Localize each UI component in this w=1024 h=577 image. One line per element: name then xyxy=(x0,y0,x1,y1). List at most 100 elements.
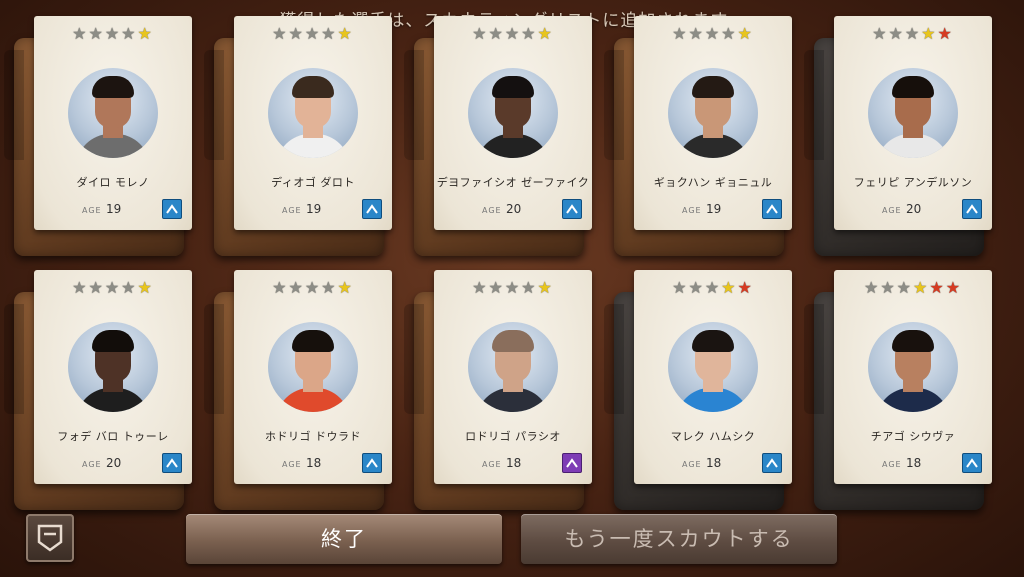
player-portrait xyxy=(68,322,158,412)
player-card[interactable]: ★★★★★ デヨファイシオ ゼーファイク AGE 20 xyxy=(434,16,592,230)
player-name: ディオゴ ダロト xyxy=(271,176,355,189)
position-chevron-icon xyxy=(166,204,178,214)
age-label: AGE xyxy=(882,460,902,469)
star-rating: ★★★★★ xyxy=(434,279,592,297)
age-label: AGE xyxy=(82,460,102,469)
star-icon: ★ xyxy=(304,278,322,297)
position-badge xyxy=(762,199,782,219)
portrait-hair xyxy=(892,330,934,352)
star-icon: ★ xyxy=(672,278,689,297)
portrait-hair xyxy=(92,76,134,98)
star-icon: ★ xyxy=(863,278,881,297)
star-rating: ★★★★★★ xyxy=(834,279,992,297)
player-card-slot: ★★★★★ フォデ バロ トゥーレ AGE 20 xyxy=(4,270,224,510)
player-card[interactable]: ★★★★★ ホドリゴ ドウラド AGE 18 xyxy=(234,270,392,484)
star-icon: ★ xyxy=(737,278,754,297)
star-icon: ★ xyxy=(304,24,322,43)
player-name: フォデ バロ トゥーレ xyxy=(57,430,169,443)
age-value: 19 xyxy=(106,202,122,216)
position-chevron-icon xyxy=(766,458,778,468)
portrait-hair xyxy=(492,76,534,98)
menu-button[interactable] xyxy=(26,514,74,562)
star-icon: ★ xyxy=(904,24,922,43)
star-icon: ★ xyxy=(721,278,738,297)
player-portrait xyxy=(468,68,558,158)
portrait-hair xyxy=(292,76,334,98)
scout-again-button[interactable]: もう一度スカウトする xyxy=(521,514,837,564)
player-card[interactable]: ★★★★★ ディオゴ ダロト AGE 19 xyxy=(234,16,392,230)
star-rating: ★★★★★ xyxy=(34,25,192,43)
star-icon: ★ xyxy=(721,24,738,43)
player-card[interactable]: ★★★★★ フェリピ アンデルソン AGE 20 xyxy=(834,16,992,230)
player-card[interactable]: ★★★★★ マレク ハムシク AGE 18 xyxy=(634,270,792,484)
player-card[interactable]: ★★★★★ フォデ バロ トゥーレ AGE 20 xyxy=(34,270,192,484)
star-icon: ★ xyxy=(337,24,354,43)
player-card[interactable]: ★★★★★★ チアゴ シウヴァ AGE 18 xyxy=(834,270,992,484)
star-icon: ★ xyxy=(945,278,963,297)
age-value: 18 xyxy=(306,456,322,470)
player-name: ロドリゴ パラシオ xyxy=(465,430,561,443)
player-name: チアゴ シウヴァ xyxy=(870,430,956,443)
folder-tab xyxy=(804,50,824,160)
player-card[interactable]: ★★★★★ ギョクハン ギョニュル AGE 19 xyxy=(634,16,792,230)
star-icon: ★ xyxy=(137,278,154,297)
star-icon: ★ xyxy=(672,24,689,43)
player-portrait xyxy=(668,322,758,412)
player-card-slot: ★★★★★ マレク ハムシク AGE 18 xyxy=(604,270,824,510)
player-card-slot: ★★★★★ ディオゴ ダロト AGE 19 xyxy=(204,16,424,256)
player-card-slot: ★★★★★★ チアゴ シウヴァ AGE 18 xyxy=(804,270,1024,510)
star-icon: ★ xyxy=(121,278,138,297)
player-name: マレク ハムシク xyxy=(670,430,756,443)
player-card[interactable]: ★★★★★ ロドリゴ パラシオ AGE 18 xyxy=(434,270,592,484)
star-icon: ★ xyxy=(488,278,505,297)
portrait-hair xyxy=(692,76,734,98)
position-badge xyxy=(562,453,582,473)
portrait-hair xyxy=(492,330,534,352)
star-icon: ★ xyxy=(321,278,338,297)
player-card-slot: ★★★★★ フェリピ アンデルソン AGE 20 xyxy=(804,16,1024,256)
star-icon: ★ xyxy=(704,24,722,43)
position-chevron-icon xyxy=(366,458,378,468)
player-card-slot: ★★★★★ ホドリゴ ドウラド AGE 18 xyxy=(204,270,424,510)
menu-icon xyxy=(37,524,63,552)
position-badge xyxy=(162,199,182,219)
star-icon: ★ xyxy=(704,278,722,297)
star-icon: ★ xyxy=(104,278,122,297)
star-icon: ★ xyxy=(896,278,913,297)
age-label: AGE xyxy=(682,460,702,469)
star-rating: ★★★★★ xyxy=(834,25,992,43)
age-value: 18 xyxy=(506,456,522,470)
age-value: 20 xyxy=(506,202,522,216)
star-icon: ★ xyxy=(504,278,522,297)
folder-tab xyxy=(804,304,824,414)
folder-tab xyxy=(404,50,424,160)
star-icon: ★ xyxy=(537,278,554,297)
folder-tab xyxy=(404,304,424,414)
position-badge xyxy=(362,199,382,219)
age-label: AGE xyxy=(282,206,302,215)
player-portrait xyxy=(468,322,558,412)
star-icon: ★ xyxy=(472,24,489,43)
star-icon: ★ xyxy=(72,278,89,297)
age-value: 19 xyxy=(306,202,322,216)
player-name: デヨファイシオ ゼーファイク xyxy=(436,176,590,189)
player-name: ダイロ モレノ xyxy=(76,176,150,189)
age-label: AGE xyxy=(82,206,102,215)
portrait-hair xyxy=(292,330,334,352)
player-card-slot: ★★★★★ ロドリゴ パラシオ AGE 18 xyxy=(404,270,624,510)
finish-button[interactable]: 終了 xyxy=(186,514,502,564)
star-icon: ★ xyxy=(337,278,354,297)
player-portrait xyxy=(868,322,958,412)
portrait-hair xyxy=(892,76,934,98)
star-icon: ★ xyxy=(321,24,338,43)
star-rating: ★★★★★ xyxy=(234,25,392,43)
position-badge xyxy=(562,199,582,219)
player-name: ギョクハン ギョニュル xyxy=(653,176,773,189)
star-icon: ★ xyxy=(488,24,505,43)
star-rating: ★★★★★ xyxy=(634,25,792,43)
player-card[interactable]: ★★★★★ ダイロ モレノ AGE 19 xyxy=(34,16,192,230)
player-name: ホドリゴ ドウラド xyxy=(265,430,361,443)
age-value: 20 xyxy=(906,202,922,216)
player-card-slot: ★★★★★ ダイロ モレノ AGE 19 xyxy=(4,16,224,256)
position-badge xyxy=(962,199,982,219)
